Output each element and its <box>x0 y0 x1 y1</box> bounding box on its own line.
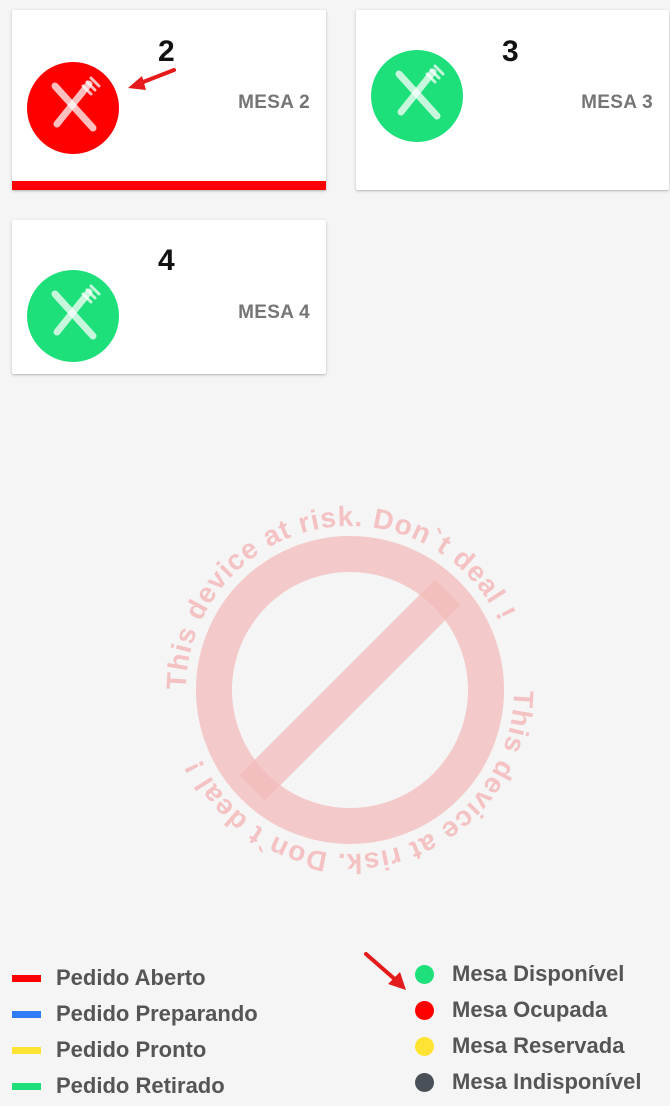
table-status-circle <box>371 50 463 142</box>
fork-knife-icon <box>395 64 445 120</box>
legend-label: Mesa Disponível <box>452 961 625 986</box>
table-card-4[interactable]: 4 MESA 4 <box>12 220 326 374</box>
legend-swatch <box>12 1010 41 1018</box>
table-number: 3 <box>502 35 519 68</box>
table-status-legend: Mesa Disponível Mesa Ocupada Mesa Reserv… <box>415 956 642 1100</box>
legend-item-pedido-aberto: Pedido Aberto <box>12 960 258 996</box>
legend-label: Mesa Indisponível <box>452 1069 642 1094</box>
legend-label: Mesa Ocupada <box>452 997 608 1022</box>
table-label: MESA 4 <box>238 302 310 323</box>
legend-label: Pedido Retirado <box>56 1073 225 1098</box>
prohibited-icon <box>196 536 504 844</box>
legend-label: Pedido Preparando <box>56 1001 258 1026</box>
legend-swatch <box>12 1082 41 1090</box>
order-status-legend: Pedido Aberto Pedido Preparando Pedido P… <box>12 960 258 1104</box>
legend-label: Pedido Pronto <box>56 1037 207 1062</box>
annotation-arrow <box>128 68 176 90</box>
legend-dot <box>415 1036 434 1056</box>
table-card-3[interactable]: 3 MESA 3 <box>356 10 669 190</box>
legend-dot <box>415 1000 434 1020</box>
legend-item-pedido-retirado: Pedido Retirado <box>12 1068 258 1104</box>
table-label: MESA 3 <box>581 92 653 113</box>
table-label: MESA 2 <box>238 92 310 113</box>
legend-dot <box>415 964 434 984</box>
legend-item-mesa-indisponivel: Mesa Indisponível <box>415 1064 642 1100</box>
legend-item-pedido-preparando: Pedido Preparando <box>12 996 258 1032</box>
risk-watermark: This device at risk. Don`t deal ! This d… <box>161 501 538 879</box>
order-status-bar <box>12 181 326 190</box>
table-number: 4 <box>158 244 175 277</box>
fork-knife-icon <box>51 284 101 340</box>
legend-swatch <box>12 974 41 982</box>
table-status-circle <box>27 62 119 154</box>
legend-item-mesa-ocupada: Mesa Ocupada <box>415 992 642 1028</box>
legend-swatch <box>12 1046 41 1054</box>
legend-label: Pedido Aberto <box>56 965 206 990</box>
annotation-arrow <box>364 952 406 990</box>
fork-knife-icon <box>51 76 101 132</box>
table-status-circle <box>27 270 119 362</box>
legend-label: Mesa Reservada <box>452 1033 625 1058</box>
table-card-2[interactable]: 2 MESA 2 <box>12 10 326 190</box>
legend-item-pedido-pronto: Pedido Pronto <box>12 1032 258 1068</box>
legend-item-mesa-reservada: Mesa Reservada <box>415 1028 642 1064</box>
legend-dot <box>415 1072 434 1092</box>
legend-item-mesa-disponivel: Mesa Disponível <box>415 956 642 992</box>
